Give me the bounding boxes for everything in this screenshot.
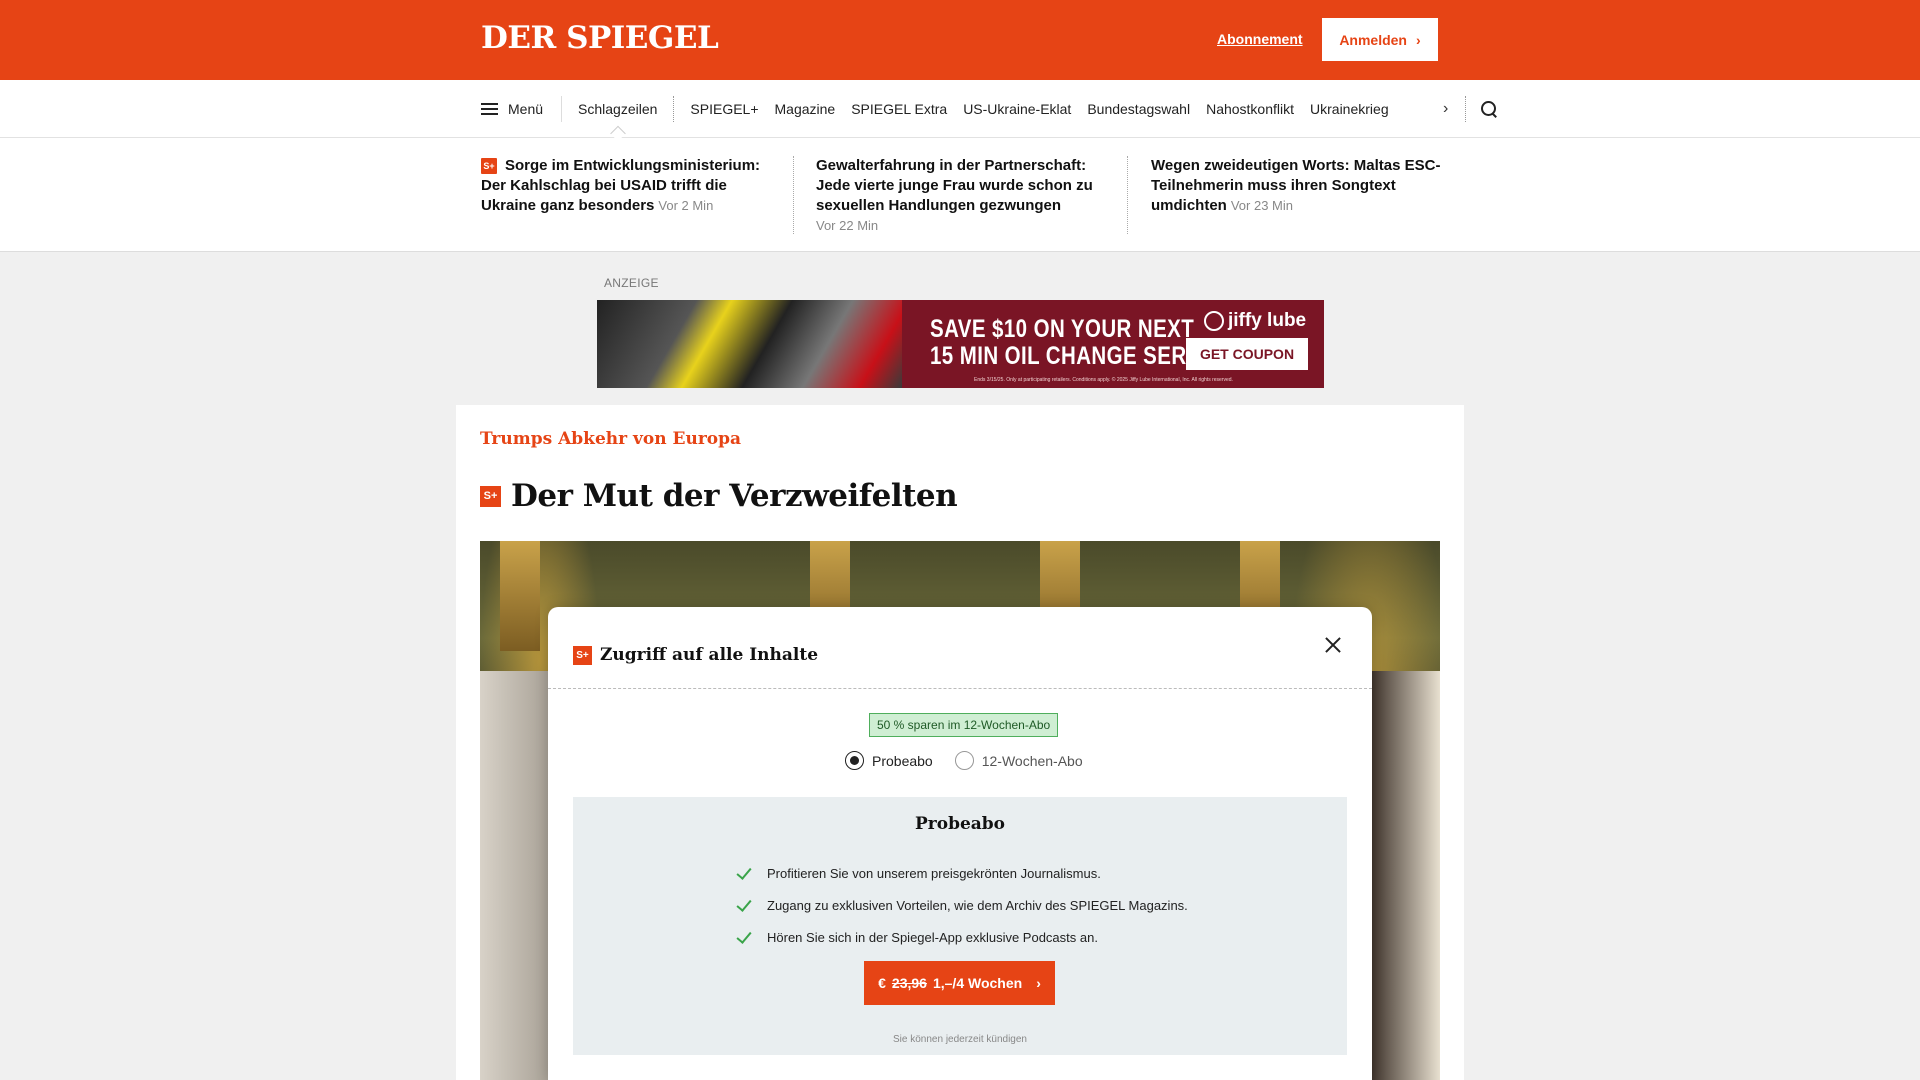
teaser-title: Wegen zweideutigen Worts: Maltas ESC-Tei… [1151,157,1441,214]
nav-item-spiegel-plus[interactable]: SPIEGEL+ [682,101,766,117]
teaser-item[interactable]: S+ Sorge im Entwicklungsministerium: Der … [481,156,771,216]
advertisement-banner[interactable]: SAVE $10 ON YOUR NEXT 15 MIN OIL CHANGE … [597,300,1324,388]
nav-item-us-ukraine-eklat[interactable]: US-Ukraine-Eklat [955,101,1079,117]
teaser-time: Vor 23 Min [1230,198,1293,213]
search-icon[interactable] [1480,100,1498,118]
ad-brand-name: jiffy lube [1228,310,1307,331]
photo-detail [1370,671,1440,1080]
savings-badge: 50 % sparen im 12-Wochen-Abo [869,713,1059,737]
nav-scroll-right-icon[interactable]: › [1431,100,1461,118]
top-bar: DER SPIEGEL Abonnement Anmelden › [0,0,1920,80]
nav-fade [1396,89,1431,129]
teaser-item[interactable]: Gewalterfahrung in der Partnerschaft: Je… [816,156,1106,236]
photo-detail [500,541,540,651]
close-icon[interactable] [1324,636,1342,654]
chevron-right-icon: › [1036,975,1041,991]
checkmark-icon [736,929,752,945]
login-label: Anmelden [1339,31,1407,48]
ad-content: SAVE $10 ON YOUR NEXT 15 MIN OIL CHANGE … [902,300,1324,388]
cancel-note: Sie können jederzeit kündigen [893,1034,1027,1045]
offer-title: Probeabo [914,814,1006,834]
list-item: Hören Sie sich in der Spiegel-App exklus… [736,921,1188,953]
nav-divider [1464,96,1466,122]
subscription-modal: S+ Zugriff auf alle Inhalte 50 % sparen … [548,607,1372,1080]
radio-selected-icon [845,751,864,770]
nav-item-ukrainekrieg[interactable]: Ukrainekrieg [1302,101,1397,117]
nav-item-bundestagswahl[interactable]: Bundestagswahl [1079,101,1198,117]
nav-item-nahostkonflikt[interactable]: Nahostkonflikt [1198,101,1302,117]
spiegel-plus-badge: S+ [480,485,501,507]
get-coupon-button[interactable]: GET COUPON [1186,338,1308,370]
nav-item-spiegel-extra[interactable]: SPIEGEL Extra [843,101,955,117]
login-button[interactable]: Anmelden › [1322,18,1438,61]
spiegel-logo[interactable]: DER SPIEGEL [481,20,719,56]
menu-label: Menü [508,101,544,117]
benefit-text: Zugang zu exklusiven Vorteilen, wie dem … [767,897,1188,913]
offer-panel: Probeabo Profitieren Sie von unserem pre… [573,797,1347,1055]
chevron-right-icon: › [1416,31,1421,48]
photo-detail [480,671,550,1080]
benefit-list: Profitieren Sie von unserem preisgekrönt… [736,857,1188,953]
teaser-item[interactable]: Wegen zweideutigen Worts: Maltas ESC-Tei… [1151,156,1443,216]
radio-label: Probeabo [872,752,933,769]
benefit-text: Hören Sie sich in der Spiegel-App exklus… [767,929,1098,945]
modal-header: S+ Zugriff auf alle Inhalte [548,607,1372,689]
list-item: Zugang zu exklusiven Vorteilen, wie dem … [736,889,1188,921]
teaser-divider [793,156,794,234]
hamburger-icon [481,103,498,115]
radio-12-wochen-abo[interactable]: 12-Wochen-Abo [954,751,1083,770]
radio-label: 12-Wochen-Abo [981,752,1083,769]
page-title: Der Mut der Verzweifelten [511,478,958,514]
list-item: Profitieren Sie von unserem preisgekrönt… [736,857,1188,889]
spiegel-plus-badge: S+ [573,645,592,665]
headline-teasers: S+ Sorge im Entwicklungsministerium: Der … [0,138,1920,252]
teaser-title: Gewalterfahrung in der Partnerschaft: Je… [816,157,1093,214]
modal-title: S+ Zugriff auf alle Inhalte [573,645,818,665]
benefit-text: Profitieren Sie von unserem preisgekrönt… [767,865,1101,881]
ad-fine-print: Ends 3/15/25. Only at participating reta… [974,377,1233,383]
article-headline[interactable]: S+ Der Mut der Verzweifelten [480,478,958,514]
teaser-divider [1127,156,1128,234]
nav-item-schlagzeilen[interactable]: Schlagzeilen [562,96,675,122]
abonnement-link[interactable]: Abonnement [1217,31,1303,47]
nav-item-magazine[interactable]: Magazine [767,101,844,117]
article-kicker[interactable]: Trumps Abkehr von Europa [480,429,741,449]
plan-selector: Probeabo 12-Wochen-Abo [845,751,1083,770]
spiegel-plus-badge: S+ [481,158,497,174]
checkmark-icon [736,865,752,881]
menu-button[interactable]: Menü [481,96,563,122]
cta-old-price: 23,96 [891,975,927,991]
cta-currency: € [878,975,886,991]
cta-price: 1,–/4 Wochen [932,975,1023,991]
ad-label: ANZEIGE [604,276,659,290]
radio-unselected-icon [954,751,974,770]
checkmark-icon [736,897,752,913]
subscribe-button[interactable]: € 23,96 1,–/4 Wochen › [864,961,1055,1005]
main-navigation: Menü Schlagzeilen SPIEGEL+ Magazine SPIE… [0,80,1920,138]
radio-probeabo[interactable]: Probeabo [845,751,933,770]
teaser-title: Sorge im Entwicklungsministerium: Der Ka… [481,157,761,214]
modal-title-text: Zugriff auf alle Inhalte [600,645,819,665]
jiffy-lube-icon [1204,311,1224,331]
teaser-time: Vor 2 Min [658,198,714,213]
teaser-time: Vor 22 Min [816,218,879,233]
ad-brand-logo: jiffy lube [1204,310,1306,332]
ad-image [597,300,902,388]
